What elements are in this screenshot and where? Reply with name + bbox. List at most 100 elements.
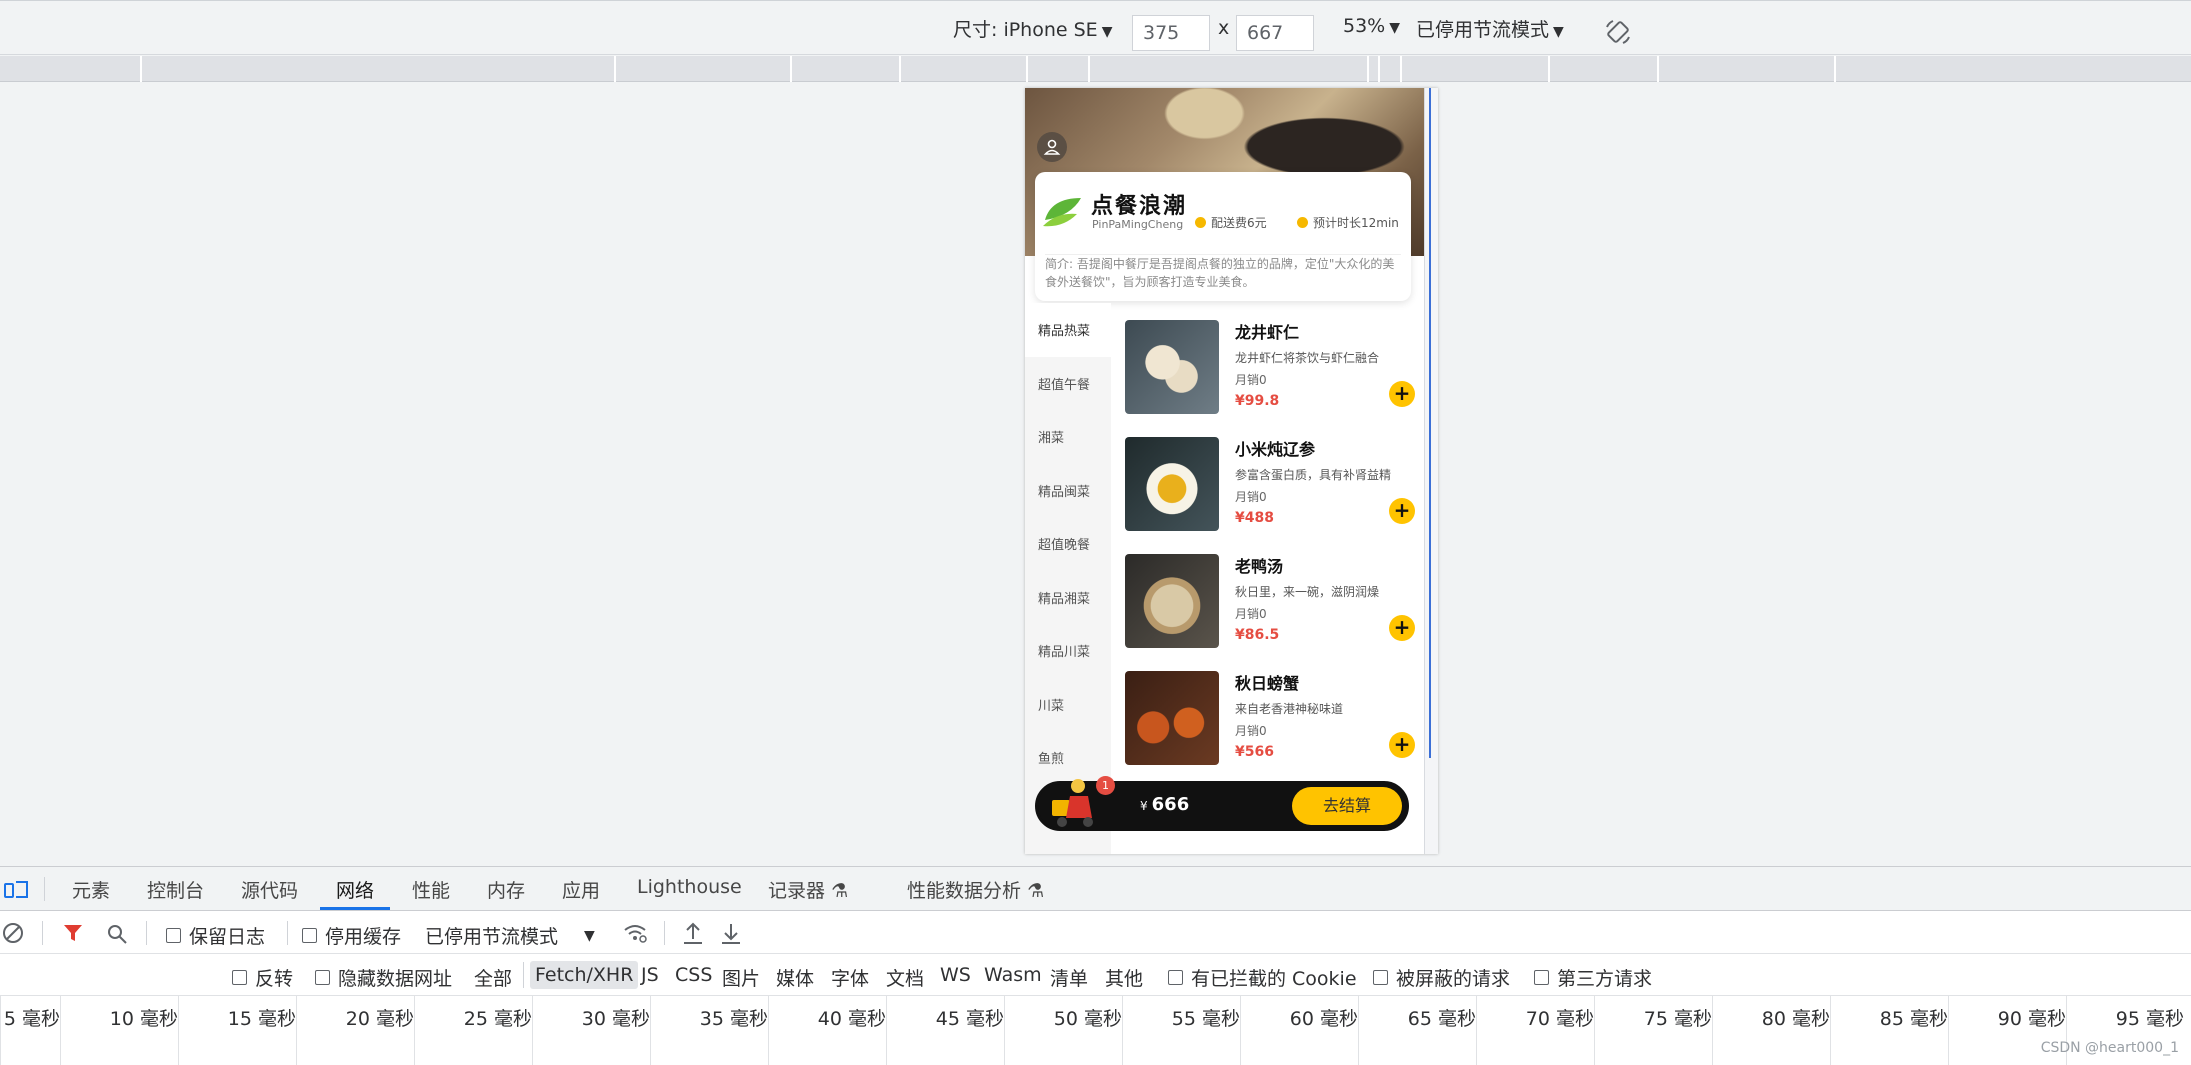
invert-checkbox[interactable]: 反转 — [232, 964, 293, 991]
height-input[interactable]: 667 — [1236, 15, 1314, 51]
dish-sales: 月销0 — [1235, 490, 1267, 504]
dish-name: 龙井虾仁 — [1235, 323, 1300, 342]
cart-total: ¥666 — [1140, 794, 1189, 815]
filter-font[interactable]: 字体 — [831, 964, 869, 991]
network-conditions-icon[interactable] — [622, 922, 648, 944]
hide-data-urls-label: 隐藏数据网址 — [338, 968, 453, 990]
filter-media[interactable]: 媒体 — [776, 964, 814, 991]
timeline-tick: 80 毫秒 — [1712, 996, 1830, 1065]
add-to-cart-button[interactable]: + — [1389, 498, 1415, 524]
dish-item[interactable]: 老鸭汤 秋日里，来一碗，滋阴润燥 月销0 ¥86.5 + — [1125, 549, 1415, 649]
timeline-tick: 25 毫秒 — [414, 996, 532, 1065]
filter-css[interactable]: CSS — [675, 964, 712, 986]
category-item[interactable]: 精品川菜 — [1025, 624, 1111, 678]
tab-recorder[interactable]: 记录器 ⚗ — [768, 876, 848, 903]
category-item[interactable]: 超值晚餐 — [1025, 517, 1111, 571]
viewport-scrollbar[interactable] — [1424, 88, 1438, 854]
category-item[interactable]: 精品闽菜 — [1025, 464, 1111, 518]
timeline-tick: 15 毫秒 — [178, 996, 296, 1065]
dish-desc: 秋日里，来一碗，滋阴润燥 — [1235, 585, 1380, 599]
watermark: CSDN @heart000_1 — [2040, 1040, 2179, 1056]
filter-doc[interactable]: 文档 — [886, 964, 924, 991]
timeline-tick: 55 毫秒 — [1122, 996, 1240, 1065]
tab-application[interactable]: 应用 — [562, 876, 600, 903]
dish-list: 龙井虾仁 龙井虾仁将茶饮与虾仁融合 月销0 ¥99.8 + 小米炖辽参 参富含蛋… — [1111, 303, 1424, 854]
clear-icon[interactable] — [2, 922, 24, 944]
category-item[interactable]: 超值午餐 — [1025, 357, 1111, 411]
add-to-cart-button[interactable]: + — [1389, 732, 1415, 758]
hide-data-urls-checkbox[interactable]: 隐藏数据网址 — [315, 964, 452, 991]
delivery-rider-icon[interactable] — [1048, 772, 1100, 830]
chevron-down-icon: ▼ — [1389, 20, 1401, 36]
preserve-log-checkbox[interactable]: 保留日志 — [166, 922, 265, 949]
filter-img[interactable]: 图片 — [722, 964, 760, 991]
tab-recorder-label: 记录器 — [768, 880, 826, 902]
throttle-dropdown-label: 已停用节流模式 — [425, 926, 559, 948]
dish-price: ¥99.8 — [1235, 393, 1280, 409]
add-to-cart-button[interactable]: + — [1389, 615, 1415, 641]
add-to-cart-button[interactable]: + — [1389, 381, 1415, 407]
cart-total-value: 666 — [1151, 794, 1190, 815]
tab-sources[interactable]: 源代码 — [241, 876, 298, 903]
width-input[interactable]: 375 — [1132, 15, 1210, 51]
category-item[interactable]: 精品热菜 — [1025, 303, 1111, 357]
category-item[interactable]: 精品湘菜 — [1025, 571, 1111, 625]
throttle-dropdown[interactable]: 已停用节流模式 ▼ — [425, 922, 595, 949]
tab-performance-insights[interactable]: 性能数据分析 ⚗ — [907, 876, 1044, 903]
blocked-requests-checkbox[interactable]: 被屏蔽的请求 — [1373, 964, 1510, 991]
disable-cache-label: 停用缓存 — [325, 926, 402, 948]
dish-name: 小米炖辽参 — [1235, 440, 1316, 459]
filter-wasm[interactable]: Wasm — [984, 964, 1042, 986]
device-toggle-icon[interactable] — [4, 879, 28, 899]
checkout-button[interactable]: 去结算 — [1292, 787, 1402, 825]
chevron-down-icon: ▼ — [1101, 24, 1113, 40]
dish-sales: 月销0 — [1235, 724, 1267, 738]
filter-other[interactable]: 其他 — [1105, 964, 1143, 991]
tab-performance[interactable]: 性能 — [412, 876, 450, 903]
category-item[interactable]: 川菜 — [1025, 678, 1111, 732]
tab-lighthouse[interactable]: Lighthouse — [637, 876, 742, 898]
filter-all[interactable]: 全部 — [474, 964, 512, 991]
rotate-icon[interactable] — [1603, 17, 1633, 47]
dish-desc: 来自老香港神秘味道 — [1235, 702, 1344, 716]
filter-ws[interactable]: WS — [940, 964, 971, 986]
timeline-overview[interactable]: 5 毫秒 10 毫秒 15 毫秒 20 毫秒 25 毫秒 30 毫秒 35 毫秒… — [0, 996, 2191, 1065]
filter-icon[interactable] — [63, 923, 83, 943]
user-icon[interactable] — [1037, 132, 1067, 162]
shop-card: 点餐浪潮 PinPaMingCheng 配送费6元 预计时长12min 简介: … — [1035, 172, 1411, 301]
search-icon[interactable] — [106, 923, 128, 945]
filter-fetch-xhr[interactable]: Fetch/XHR — [530, 961, 639, 989]
timeline-tick: 70 毫秒 — [1476, 996, 1594, 1065]
checkbox-icon — [1534, 970, 1549, 985]
tab-memory[interactable]: 内存 — [487, 876, 525, 903]
location-icon — [1297, 217, 1308, 228]
eta-text: 预计时长12min — [1313, 216, 1399, 230]
filter-manifest[interactable]: 清单 — [1050, 964, 1088, 991]
leaf-logo-icon — [1043, 198, 1081, 227]
timeline-tick: 20 毫秒 — [296, 996, 414, 1065]
filter-js[interactable]: JS — [641, 964, 659, 986]
disable-cache-checkbox[interactable]: 停用缓存 — [302, 922, 401, 949]
dish-name: 秋日螃蟹 — [1235, 674, 1300, 693]
dish-image — [1125, 320, 1219, 414]
zoom-select[interactable]: 53% ▼ — [1343, 15, 1400, 37]
upload-icon[interactable] — [682, 921, 704, 945]
timeline-tick: 30 毫秒 — [532, 996, 650, 1065]
tab-console[interactable]: 控制台 — [147, 876, 204, 903]
blocked-cookies-checkbox[interactable]: 有已拦截的 Cookie — [1168, 964, 1357, 991]
dish-item[interactable]: 龙井虾仁 龙井虾仁将茶饮与虾仁融合 月销0 ¥99.8 + — [1125, 315, 1415, 415]
device-select[interactable]: 尺寸: iPhone SE ▼ — [953, 15, 1112, 42]
third-party-checkbox[interactable]: 第三方请求 — [1534, 964, 1652, 991]
timeline-tick: 45 毫秒 — [886, 996, 1004, 1065]
dish-item[interactable]: 小米炖辽参 参富含蛋白质，具有补肾益精 月销0 ¥488 + — [1125, 432, 1415, 532]
dish-item[interactable]: 秋日螃蟹 来自老香港神秘味道 月销0 ¥566 + — [1125, 666, 1415, 766]
tab-network[interactable]: 网络 — [336, 876, 374, 903]
filter-input[interactable] — [4, 960, 209, 990]
tab-elements[interactable]: 元素 — [72, 876, 110, 903]
dish-sales: 月销0 — [1235, 607, 1267, 621]
checkbox-icon — [166, 928, 181, 943]
throttle-select[interactable]: 已停用节流模式 ▼ — [1416, 15, 1564, 42]
shop-intro: 简介: 吾提阁中餐厅是吾提阁点餐的独立的品牌，定位"大众化的美食外送餐饮"，旨为… — [1045, 254, 1401, 291]
category-item[interactable]: 湘菜 — [1025, 410, 1111, 464]
download-icon[interactable] — [720, 921, 742, 945]
